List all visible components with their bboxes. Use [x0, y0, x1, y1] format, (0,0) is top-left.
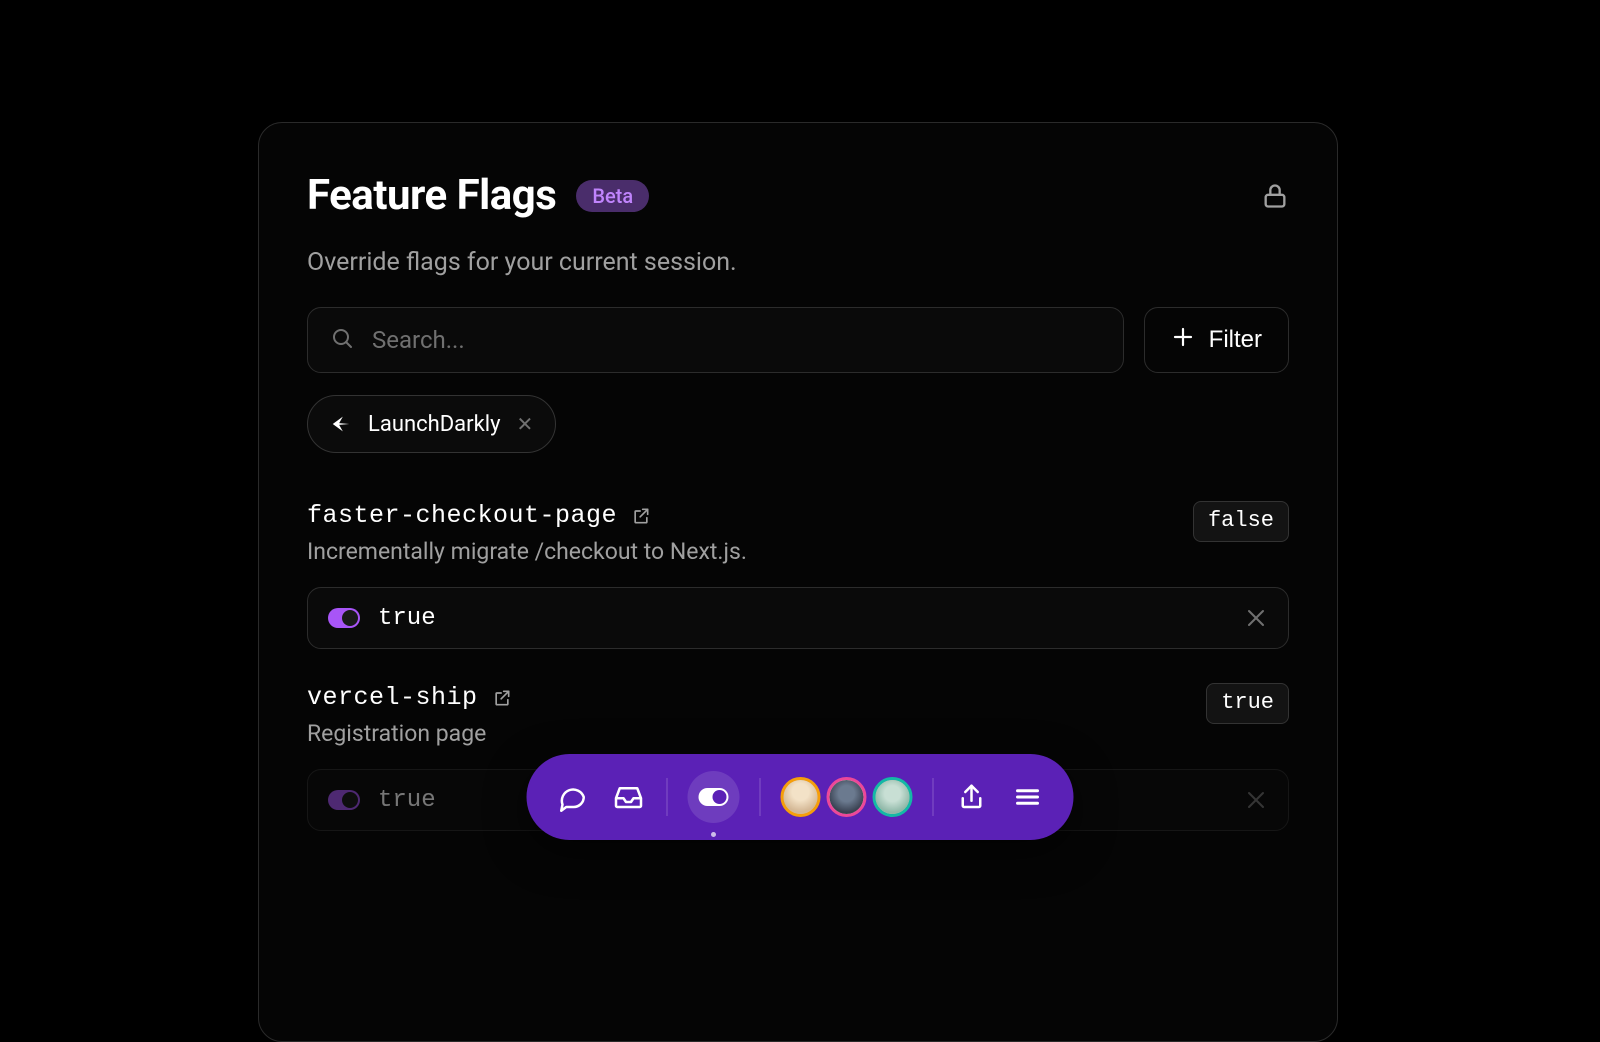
menu-button[interactable] [1010, 779, 1046, 815]
floating-toolbar [527, 754, 1074, 840]
search-input[interactable] [370, 325, 1101, 355]
flag-override-select[interactable]: true [307, 587, 1289, 649]
beta-badge: Beta [576, 180, 649, 212]
filter-button[interactable]: Filter [1144, 307, 1289, 373]
panel-header: Feature Flags Beta [307, 171, 1289, 220]
collaborator-avatars [781, 777, 913, 817]
search-icon [330, 326, 354, 354]
chip-remove-button[interactable]: ✕ [517, 414, 534, 434]
avatar[interactable] [827, 777, 867, 817]
toggle-on-icon [328, 790, 360, 810]
comment-button[interactable] [555, 779, 591, 815]
toggle-on-icon [328, 608, 360, 628]
filter-chip-launchdarkly[interactable]: LaunchDarkly ✕ [307, 395, 556, 453]
active-indicator-dot [711, 832, 716, 837]
feature-flags-panel: Feature Flags Beta Override flags for yo… [258, 122, 1338, 1042]
flag-current-value: true [1206, 683, 1289, 724]
applied-filters: LaunchDarkly ✕ [307, 395, 1289, 453]
toolbar-separator [667, 778, 668, 816]
feature-flags-toggle-button[interactable] [688, 771, 740, 823]
inbox-button[interactable] [611, 779, 647, 815]
clear-override-button[interactable] [1244, 606, 1268, 630]
toolbar-separator [933, 778, 934, 816]
page-title: Feature Flags [307, 171, 556, 220]
external-link-icon[interactable] [492, 688, 512, 708]
filter-chip-label: LaunchDarkly [368, 412, 501, 437]
page-subtitle: Override flags for your current session. [307, 248, 1289, 277]
filter-label: Filter [1209, 326, 1262, 354]
plus-icon [1171, 325, 1195, 356]
lock-icon[interactable] [1261, 182, 1289, 210]
launchdarkly-icon [330, 413, 352, 435]
flag-item: faster-checkout-page Incrementally migra… [307, 501, 1289, 649]
avatar[interactable] [873, 777, 913, 817]
flag-name: faster-checkout-page [307, 501, 617, 530]
search-box[interactable] [307, 307, 1124, 373]
flag-description: Registration page [307, 720, 1206, 747]
flag-current-value: false [1193, 501, 1289, 542]
flag-description: Incrementally migrate /checkout to Next.… [307, 538, 1193, 565]
share-button[interactable] [954, 779, 990, 815]
clear-override-button[interactable] [1244, 788, 1268, 812]
toolbar-separator [760, 778, 761, 816]
external-link-icon[interactable] [631, 506, 651, 526]
flag-override-value: true [378, 605, 1226, 632]
avatar[interactable] [781, 777, 821, 817]
toggle-icon [699, 788, 729, 806]
flag-name: vercel-ship [307, 683, 478, 712]
